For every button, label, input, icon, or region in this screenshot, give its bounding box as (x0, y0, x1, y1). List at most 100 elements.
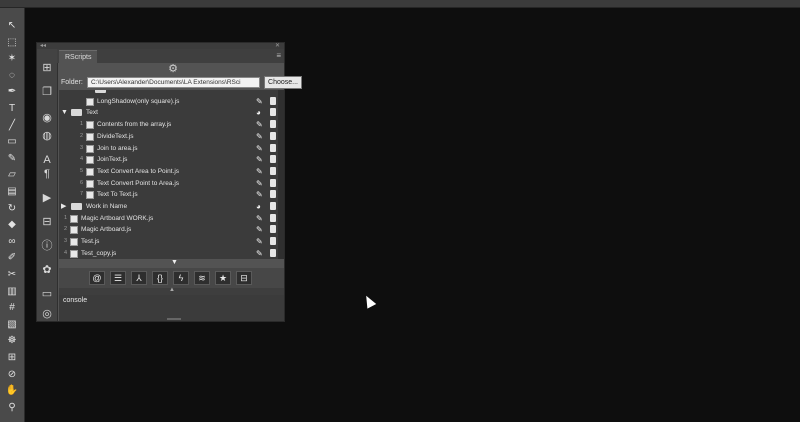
delete-script-icon[interactable] (270, 213, 276, 222)
appearance-panel-icon[interactable]: ◉ (40, 111, 54, 125)
text-tool-icon[interactable]: T (4, 103, 20, 114)
script-row[interactable]: 7 Text To Text.js ✎ (59, 189, 284, 200)
blend-tool-icon[interactable]: ∞ (4, 236, 20, 247)
eyedropper-tool-icon[interactable]: ✐ (4, 252, 20, 263)
script-row[interactable]: 3 Test.js ✎ (59, 236, 284, 247)
edit-script-icon[interactable]: ✎ (256, 143, 263, 154)
script-row[interactable]: 5 Text Convert Area to Point.js ✎ (59, 166, 284, 177)
delete-script-icon[interactable] (270, 202, 276, 210)
script-row[interactable]: 1 Magic Artboard WORK.js ✎ (59, 213, 284, 224)
favorites-icon[interactable]: ★ (215, 271, 231, 285)
panel-menu-icon[interactable]: ≡ (276, 50, 281, 62)
artboard-tool-icon[interactable]: ⬚ (4, 37, 20, 48)
refresh-icon[interactable]: @ (89, 271, 105, 285)
line-tool-icon[interactable]: ╱ (4, 120, 20, 131)
gradient-tool-icon[interactable]: ▤ (4, 186, 20, 197)
scissors-tool-icon[interactable]: ✂ (4, 269, 20, 280)
pen-tool-icon[interactable]: ✒ (4, 86, 20, 97)
tab-rscripts[interactable]: RScripts (59, 50, 98, 64)
color-panel-icon[interactable]: ◍ (40, 129, 54, 143)
expanded-triangle-icon[interactable]: ▼ (61, 107, 68, 118)
brush-tool-icon[interactable]: ✎ (4, 153, 20, 164)
slice-tool-icon[interactable]: ⊘ (4, 369, 20, 380)
delete-script-icon[interactable] (270, 155, 276, 164)
marquee-tool-icon[interactable]: ▭ (4, 136, 20, 147)
delete-script-icon[interactable] (270, 166, 276, 175)
shape-tool-icon[interactable]: ◆ (4, 219, 20, 230)
console-area[interactable]: console (59, 295, 284, 321)
fill-tool-icon[interactable]: ▧ (4, 319, 20, 330)
mesh-tool-icon[interactable]: # (4, 302, 20, 313)
hand-tool-icon[interactable]: ✋ (4, 385, 20, 396)
edit-script-icon[interactable]: ✎ (256, 248, 263, 259)
script-row[interactable]: LongShadow(only square).js ✎ (59, 96, 284, 107)
artboards-panel-icon[interactable]: ▭ (40, 287, 54, 301)
folder-globe-icon[interactable]: ◕ (256, 201, 261, 212)
rscripts-panel-icon[interactable]: ◎ (40, 307, 54, 321)
script-row[interactable]: 2 DivideText.js ✎ (59, 131, 284, 142)
edit-script-icon[interactable]: ✎ (256, 189, 263, 200)
save-panel-icon[interactable]: ⊟ (40, 215, 54, 229)
delete-script-icon[interactable] (270, 178, 276, 187)
magic-wand-tool-icon[interactable]: ✶ (4, 53, 20, 64)
script-row[interactable]: 2 Magic Artboard.js ✎ (59, 224, 284, 235)
edit-script-icon[interactable]: ✎ (256, 166, 263, 177)
info-panel-icon[interactable]: ⓘ (40, 239, 54, 253)
scroll-down-icon[interactable]: ▼ (171, 259, 178, 267)
script-row[interactable]: 6 Text Convert Point to Area.js ✎ (59, 178, 284, 189)
script-row[interactable]: 4 JoinText.js ✎ (59, 154, 284, 165)
actions-panel-icon[interactable]: ▶ (40, 191, 54, 205)
expand-icon[interactable]: ▲ (169, 287, 175, 293)
edit-script-icon[interactable]: ✎ (256, 154, 263, 165)
character-panel-icon[interactable]: A (40, 153, 54, 167)
delete-script-icon[interactable] (270, 131, 276, 140)
delete-script-icon[interactable] (270, 108, 276, 117)
layers-icon[interactable]: ≋ (194, 271, 210, 285)
list-scrollbar[interactable] (278, 90, 284, 259)
save-icon[interactable]: ⊟ (236, 271, 252, 285)
chart-tool-icon[interactable]: ▥ (4, 286, 20, 297)
folder-row[interactable]: ▶ Work in Name ◕ (59, 201, 284, 212)
delete-script-icon[interactable] (270, 237, 276, 246)
run-icon[interactable]: ϟ (173, 271, 189, 285)
folder-globe-icon[interactable]: ◕ (256, 107, 261, 118)
folder-path-field[interactable]: C:\Users\Alexander\Documents\LA Extensio… (87, 77, 260, 88)
edit-script-icon[interactable]: ✎ (256, 236, 263, 247)
delete-script-icon[interactable] (270, 248, 276, 257)
list-view-icon[interactable]: ☰ (110, 271, 126, 285)
edit-script-icon[interactable]: ✎ (256, 119, 263, 130)
edit-script-icon[interactable]: ✎ (256, 96, 263, 107)
symbol-tool-icon[interactable]: ☸ (4, 335, 20, 346)
paragraph-panel-icon[interactable]: ¶ (40, 167, 54, 181)
delete-script-icon[interactable] (270, 143, 276, 152)
code-icon[interactable]: {} (152, 271, 168, 285)
script-row[interactable]: 1 Contents from the array.js ✎ (59, 119, 284, 130)
zoom-tool-icon[interactable]: ⚲ (4, 402, 20, 413)
eraser-tool-icon[interactable]: ▱ (4, 169, 20, 180)
script-row[interactable]: 4 Test_copy.js ✎ (59, 248, 284, 259)
move-tool-icon[interactable]: ↖ (4, 20, 20, 31)
script-row[interactable] (59, 90, 284, 95)
console-resize-grip[interactable] (167, 318, 181, 320)
folder-row[interactable]: ▼ Text ◕ (59, 107, 284, 118)
settings-gear-icon[interactable]: ⚙ (167, 63, 179, 75)
symbols-panel-icon[interactable]: ✿ (40, 263, 54, 277)
delete-script-icon[interactable] (270, 120, 276, 129)
edit-script-icon[interactable]: ✎ (256, 224, 263, 235)
script-row[interactable]: 3 Join to area.js ✎ (59, 143, 284, 154)
edit-script-icon[interactable]: ✎ (256, 131, 263, 142)
lasso-tool-icon[interactable]: ◌ (4, 70, 20, 81)
rotate-tool-icon[interactable]: ↻ (4, 203, 20, 214)
grid-panel-icon[interactable]: ⊞ (40, 61, 54, 75)
tree-view-icon[interactable]: ⅄ (131, 271, 147, 285)
delete-script-icon[interactable] (270, 190, 276, 199)
edit-script-icon[interactable]: ✎ (256, 213, 263, 224)
choose-folder-button[interactable]: Choose... (264, 76, 302, 89)
grid-tool-icon[interactable]: ⊞ (4, 352, 20, 363)
panel-resize-divider[interactable]: ▲ (59, 287, 284, 295)
delete-script-icon[interactable] (270, 225, 276, 234)
edit-script-icon[interactable]: ✎ (256, 178, 263, 189)
collapsed-triangle-icon[interactable]: ▶ (61, 201, 66, 212)
layers-panel-icon[interactable]: ❐ (40, 85, 54, 99)
delete-script-icon[interactable] (270, 96, 276, 105)
